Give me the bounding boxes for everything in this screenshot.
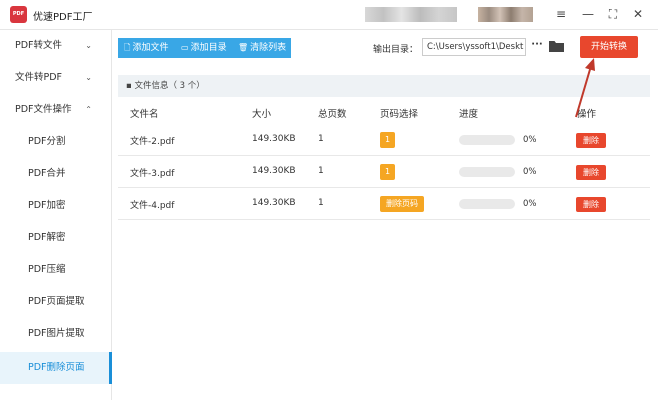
title-bar: PDF 优速PDF工厂 ≡ — ⛶ ✕ — [0, 0, 658, 30]
menu-icon[interactable]: ≡ — [551, 5, 571, 23]
page-count: 1 — [318, 166, 324, 176]
app-title: 优速PDF工厂 — [33, 12, 93, 23]
blurred-avatar — [478, 7, 533, 22]
progress-percent: 0% — [523, 167, 537, 177]
sidebar-item-pdf-encrypt[interactable]: PDF加密 — [0, 190, 112, 222]
chevron-down-icon: ⌄ — [85, 41, 92, 50]
trash-icon: 🗑 — [238, 43, 249, 52]
folder-outline-icon: ▭ — [181, 43, 189, 52]
file-info-label: 文件信息（ 3 个） — [134, 81, 205, 91]
file-size: 149.30KB — [252, 198, 296, 208]
sidebar-item-pdf-to-file[interactable]: PDF转文件 ⌄ — [0, 30, 112, 62]
minimize-icon[interactable]: — — [578, 5, 598, 23]
chevron-down-icon: ⌄ — [85, 73, 92, 82]
app-logo-icon: PDF — [10, 6, 27, 23]
clear-list-button[interactable]: 🗑 清除列表 — [232, 38, 291, 58]
progress-percent: 0% — [523, 135, 537, 145]
file-info-header: ▪ 文件信息（ 3 个） — [118, 75, 650, 97]
sidebar-item-pdf-decrypt[interactable]: PDF解密 — [0, 222, 112, 254]
sidebar-item-pdf-compress[interactable]: PDF压缩 — [0, 254, 112, 286]
add-file-button[interactable]: 🗋 添加文件 — [118, 38, 175, 58]
start-convert-button[interactable]: 开始转换 — [580, 36, 638, 58]
column-header-pages: 总页数 — [318, 109, 347, 120]
progress-bar — [459, 199, 515, 209]
folder-icon[interactable] — [549, 40, 564, 53]
file-size: 149.30KB — [252, 166, 296, 176]
column-header-action: 操作 — [577, 109, 597, 120]
add-directory-label: 添加目录 — [190, 43, 227, 53]
sidebar-item-pdf-operations[interactable]: PDF文件操作 ⌃ — [0, 94, 112, 126]
file-name: 文件-2.pdf — [130, 137, 175, 147]
chevron-up-icon: ⌃ — [85, 105, 92, 114]
column-header-page-select: 页码选择 — [380, 109, 419, 120]
sidebar-item-label: PDF文件操作 — [15, 104, 72, 115]
progress-bar — [459, 135, 515, 145]
maximize-icon[interactable]: ⛶ — [603, 5, 623, 23]
file-name: 文件-4.pdf — [130, 201, 175, 211]
table-row: 文件-3.pdf 149.30KB 1 1 0% 删除 — [118, 156, 650, 188]
sidebar-item-pdf-merge[interactable]: PDF合并 — [0, 158, 112, 190]
progress-bar — [459, 167, 515, 177]
page-select-button[interactable]: 1 — [380, 132, 395, 148]
page-count: 1 — [318, 198, 324, 208]
delete-button[interactable]: 删除 — [576, 197, 606, 212]
add-directory-button[interactable]: ▭ 添加目录 — [175, 38, 232, 58]
close-icon[interactable]: ✕ — [628, 5, 648, 23]
progress-percent: 0% — [523, 199, 537, 209]
document-icon: ▪ — [126, 81, 132, 91]
clear-list-label: 清除列表 — [250, 43, 287, 53]
table-row: 文件-4.pdf 149.30KB 1 删除页码 0% 删除 — [118, 188, 650, 220]
sidebar-item-label: 文件转PDF — [15, 72, 63, 83]
column-header-size: 大小 — [252, 109, 272, 120]
page-select-button[interactable]: 1 — [380, 164, 395, 180]
page-count: 1 — [318, 134, 324, 144]
sidebar-item-pdf-image-extract[interactable]: PDF图片提取 — [0, 318, 112, 350]
file-name: 文件-3.pdf — [130, 169, 175, 179]
add-file-label: 添加文件 — [132, 43, 169, 53]
blurred-user-info — [365, 7, 457, 22]
file-size: 149.30KB — [252, 134, 296, 144]
sidebar-item-file-to-pdf[interactable]: 文件转PDF ⌄ — [0, 62, 112, 94]
file-icon: 🗋 — [124, 43, 131, 52]
sidebar-item-pdf-page-extract[interactable]: PDF页面提取 — [0, 286, 112, 318]
delete-button[interactable]: 删除 — [576, 165, 606, 180]
column-header-name: 文件名 — [130, 109, 159, 120]
sidebar-item-pdf-delete-pages[interactable]: PDF删除页面 — [0, 352, 112, 384]
delete-button[interactable]: 删除 — [576, 133, 606, 148]
more-options-button[interactable]: ··· — [530, 38, 544, 56]
sidebar-item-label: PDF转文件 — [15, 40, 63, 51]
output-dir-label: 输出目录： — [373, 45, 419, 55]
table-row: 文件-2.pdf 149.30KB 1 1 0% 删除 — [118, 124, 650, 156]
delete-pages-select-button[interactable]: 删除页码 — [380, 196, 424, 212]
sidebar-item-pdf-split[interactable]: PDF分割 — [0, 126, 112, 158]
file-list-panel — [118, 74, 650, 400]
column-header-progress: 进度 — [459, 109, 479, 120]
output-path-field[interactable]: C:\Users\yssoft1\Deskt — [422, 38, 526, 56]
sidebar: PDF转文件 ⌄ 文件转PDF ⌄ PDF文件操作 ⌃ PDF分割 PDF合并 … — [0, 30, 112, 400]
